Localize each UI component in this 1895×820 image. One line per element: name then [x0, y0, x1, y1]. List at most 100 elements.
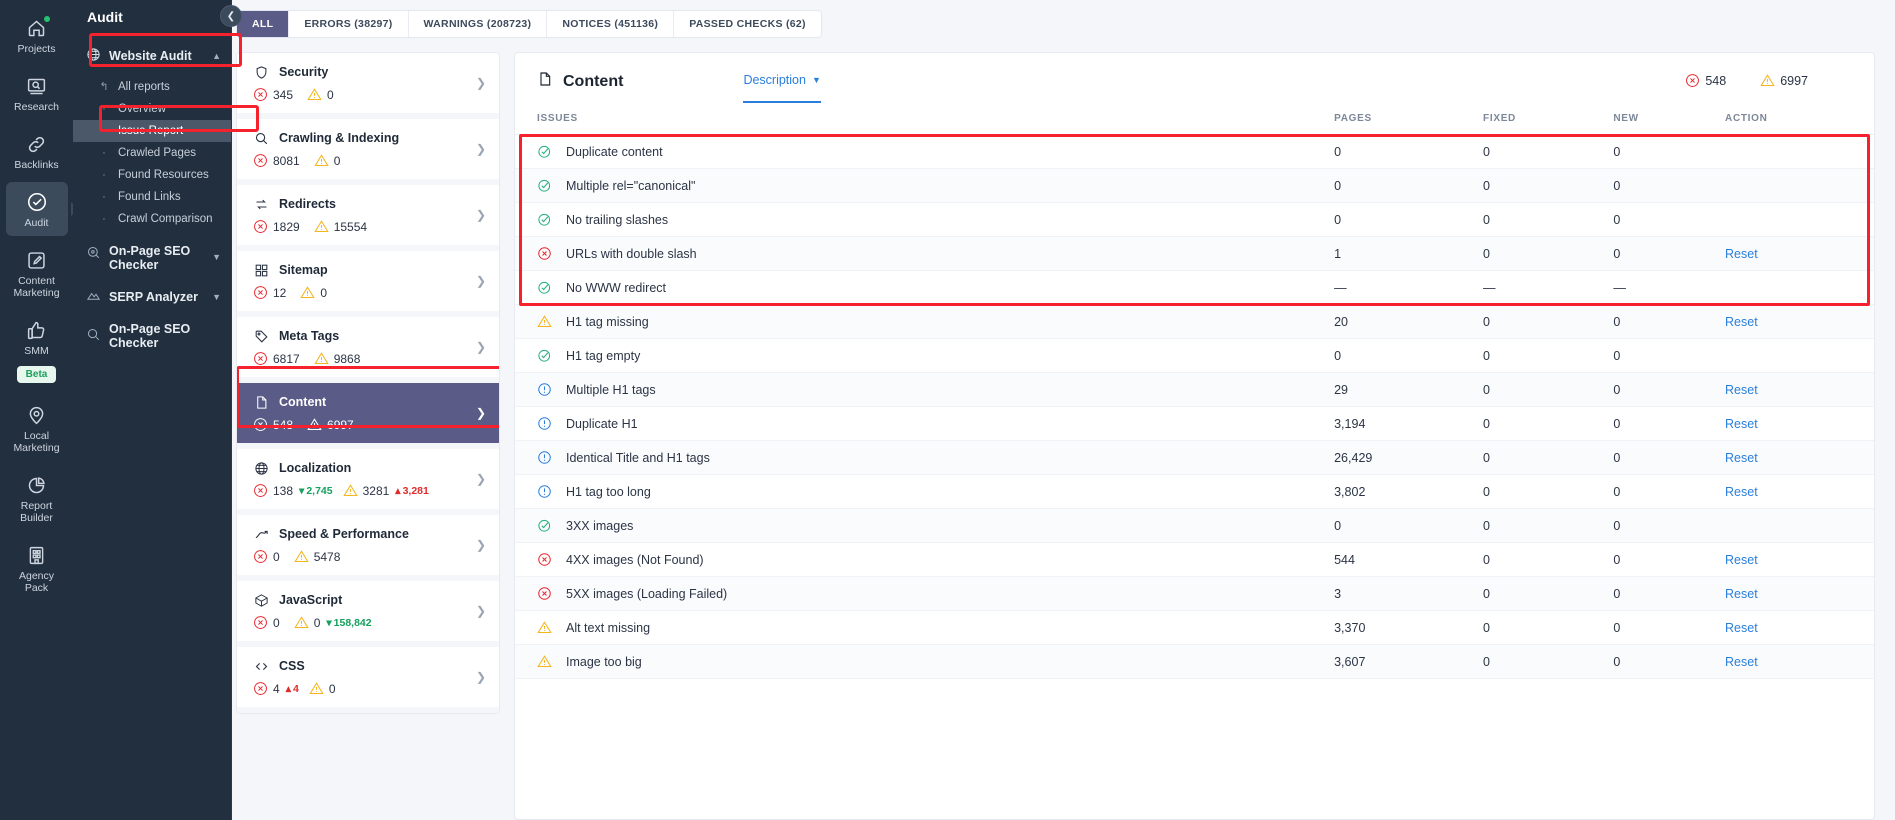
rail-item-backlinks[interactable]: Backlinks [6, 124, 68, 178]
sidebar-item-all-reports[interactable]: ↰ All reports [73, 75, 231, 98]
sidebar-item-found-resources[interactable]: · Found Resources [73, 164, 231, 186]
cell-issue[interactable]: Alt text missing [515, 610, 1335, 645]
sidebar-group-serp-analyzer[interactable]: SERP Analyzer ▼ [73, 280, 231, 314]
table-row[interactable]: Image too big 3,607 0 0 Reset [515, 644, 1874, 679]
cell-action[interactable]: Reset [1725, 542, 1874, 577]
rail-item-smm[interactable]: SMM [6, 310, 68, 364]
rail-item-content-marketing[interactable]: Content Marketing [6, 240, 68, 306]
cell-action[interactable]: Reset [1725, 406, 1874, 441]
table-row[interactable]: H1 tag empty 0 0 0 [515, 338, 1874, 373]
sidebar-group-website-audit[interactable]: Website Audit ▲ [73, 39, 231, 73]
reset-link[interactable]: Reset [1725, 553, 1758, 567]
cell-action[interactable]: Reset [1725, 474, 1874, 509]
category-card-css[interactable]: CSS 4 ▴ 4 0 ❯ [237, 647, 499, 713]
tab-all[interactable]: ALL [237, 11, 289, 37]
table-row[interactable]: H1 tag too long 3,802 0 0 Reset [515, 474, 1874, 509]
chevron-up-icon[interactable]: ▲ [212, 51, 221, 61]
cell-issue[interactable]: Identical Title and H1 tags [515, 440, 1335, 475]
cell-issue[interactable]: H1 tag missing [515, 304, 1335, 339]
cell-issue[interactable]: No trailing slashes [515, 202, 1335, 237]
sidebar-group-on-page-seo-checker[interactable]: On-Page SEO Checker ▼ [73, 236, 231, 280]
cell-action[interactable]: Reset [1725, 576, 1874, 611]
category-card-localization[interactable]: Localization 138 ▾ 2,745 3281 ▴ 3,281 ❯ [237, 449, 499, 515]
cell-issue[interactable]: 3XX images [515, 508, 1335, 543]
column-header-issues[interactable]: ISSUES [515, 103, 1335, 135]
table-row[interactable]: Duplicate content 0 0 0 [515, 134, 1874, 169]
tab-warnings[interactable]: WARNINGS (208723) [407, 11, 547, 37]
cell-action[interactable]: Reset [1725, 372, 1874, 407]
reset-link[interactable]: Reset [1725, 247, 1758, 261]
column-header-pages[interactable]: PAGES [1334, 103, 1484, 135]
cell-action[interactable]: Reset [1725, 440, 1874, 475]
column-header-fixed[interactable]: FIXED [1483, 103, 1614, 135]
sidebar-item-crawled-pages[interactable]: · Crawled Pages [73, 142, 231, 164]
rail-item-local-marketing[interactable]: Local Marketing [6, 395, 68, 461]
table-row[interactable]: No WWW redirect — — — [515, 270, 1874, 305]
sidebar-item-overview[interactable]: · Overview [73, 98, 231, 120]
tab-notices[interactable]: NOTICES (451136) [546, 11, 673, 37]
reset-link[interactable]: Reset [1725, 315, 1758, 329]
cell-issue[interactable]: Multiple H1 tags [515, 372, 1335, 407]
chevron-right-icon[interactable]: ❯ [476, 142, 486, 156]
chevron-right-icon[interactable]: ❯ [476, 406, 486, 420]
category-card-speed-performance[interactable]: Speed & Performance 0 5478 ❯ [237, 515, 499, 581]
sidebar-item-found-links[interactable]: · Found Links [73, 186, 231, 208]
cell-issue[interactable]: Duplicate H1 [515, 406, 1335, 441]
cell-issue[interactable]: 5XX images (Loading Failed) [515, 576, 1335, 611]
reset-link[interactable]: Reset [1725, 485, 1758, 499]
chevron-right-icon[interactable]: ❯ [476, 274, 486, 288]
category-card-meta-tags[interactable]: Meta Tags 6817 9868 ❯ [237, 317, 499, 383]
chevron-right-icon[interactable]: ❯ [476, 472, 486, 486]
chevron-down-icon[interactable]: ▼ [212, 292, 221, 302]
tab-errors[interactable]: ERRORS (38297) [288, 11, 407, 37]
rail-item-audit[interactable]: Audit [5, 182, 68, 236]
chevron-down-icon[interactable]: ▼ [212, 252, 221, 262]
sidebar-item-crawl-comparison[interactable]: · Crawl Comparison [73, 208, 231, 230]
chevron-right-icon[interactable]: ❯ [476, 76, 486, 90]
cell-action[interactable]: Reset [1725, 644, 1874, 679]
table-row[interactable]: 3XX images 0 0 0 [515, 508, 1874, 543]
category-card-redirects[interactable]: Redirects 1829 15554 ❯ [237, 185, 499, 251]
tab-description[interactable]: Description ▼ [743, 73, 821, 103]
category-card-security[interactable]: Security 345 0 ❯ [237, 53, 499, 119]
table-row[interactable]: No trailing slashes 0 0 0 [515, 202, 1874, 237]
reset-link[interactable]: Reset [1725, 451, 1758, 465]
rail-item-report-builder[interactable]: Report Builder [6, 465, 68, 531]
tab-passed-checks[interactable]: PASSED CHECKS (62) [673, 11, 821, 37]
table-row[interactable]: Multiple H1 tags 29 0 0 Reset [515, 372, 1874, 407]
category-card-crawling-indexing[interactable]: Crawling & Indexing 8081 0 ❯ [237, 119, 499, 185]
reset-link[interactable]: Reset [1725, 621, 1758, 635]
chevron-right-icon[interactable]: ❯ [476, 604, 486, 618]
cell-issue[interactable]: Duplicate content [515, 134, 1335, 169]
cell-issue[interactable]: URLs with double slash [515, 236, 1335, 271]
cell-action[interactable]: Reset [1725, 304, 1874, 339]
reset-link[interactable]: Reset [1725, 417, 1758, 431]
table-row[interactable]: Alt text missing 3,370 0 0 Reset [515, 610, 1874, 645]
table-row[interactable]: 4XX images (Not Found) 544 0 0 Reset [515, 542, 1874, 577]
table-row[interactable]: H1 tag missing 20 0 0 Reset [515, 304, 1874, 339]
rail-item-research[interactable]: Research [6, 66, 68, 120]
rail-item-agency-pack[interactable]: Agency Pack [6, 535, 68, 601]
reset-link[interactable]: Reset [1725, 655, 1758, 669]
category-card-sitemap[interactable]: Sitemap 12 0 ❯ [237, 251, 499, 317]
reset-link[interactable]: Reset [1725, 587, 1758, 601]
column-header-new[interactable]: NEW [1613, 103, 1726, 135]
chevron-right-icon[interactable]: ❯ [476, 670, 486, 684]
chevron-right-icon[interactable]: ❯ [476, 208, 486, 222]
cell-issue[interactable]: Multiple rel="canonical" [515, 168, 1335, 203]
cell-issue[interactable]: Image too big [515, 644, 1335, 679]
reset-link[interactable]: Reset [1725, 383, 1758, 397]
table-row[interactable]: Multiple rel="canonical" 0 0 0 [515, 168, 1874, 203]
table-row[interactable]: 5XX images (Loading Failed) 3 0 0 Reset [515, 576, 1874, 611]
category-card-javascript[interactable]: JavaScript 0 0 ▾ 158,842 ❯ [237, 581, 499, 647]
chevron-right-icon[interactable]: ❯ [476, 340, 486, 354]
cell-action[interactable]: Reset [1725, 236, 1874, 271]
table-row[interactable]: Identical Title and H1 tags 26,429 0 0 Reset [515, 440, 1874, 475]
cell-issue[interactable]: H1 tag too long [515, 474, 1335, 509]
cell-issue[interactable]: 4XX images (Not Found) [515, 542, 1335, 577]
chevron-left-icon[interactable]: ❮ [220, 5, 242, 27]
table-row[interactable]: URLs with double slash 1 0 0 Reset [515, 236, 1874, 271]
sidebar-group-on-page-seo-checker-2[interactable]: On-Page SEO Checker [73, 314, 231, 358]
rail-item-projects[interactable]: Projects [6, 8, 68, 62]
table-row[interactable]: Duplicate H1 3,194 0 0 Reset [515, 406, 1874, 441]
